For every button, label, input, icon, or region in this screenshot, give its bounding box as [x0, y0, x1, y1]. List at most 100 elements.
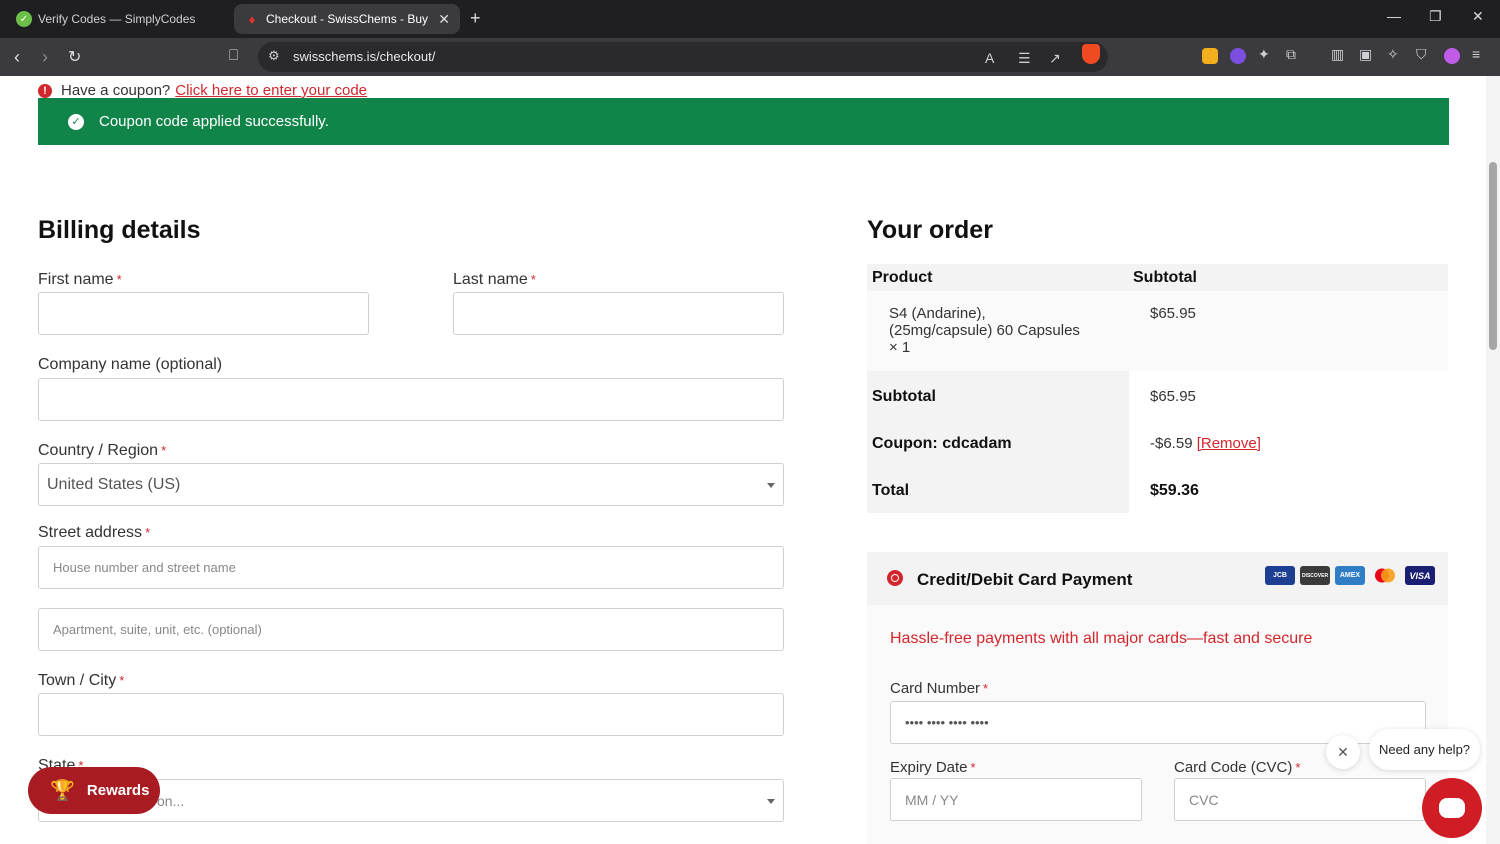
item-quantity: × 1 — [889, 339, 911, 356]
back-icon[interactable]: ‹ — [14, 47, 20, 68]
coupon-notice: ! Have a coupon? Click here to enter you… — [38, 82, 367, 99]
billing-title: Billing details — [38, 216, 201, 244]
visa-card-icon: VISA — [1405, 566, 1435, 585]
payment-box: Credit/Debit Card Payment JCB DISCOVER A… — [867, 552, 1448, 844]
forward-icon[interactable]: › — [42, 47, 48, 68]
help-bubble[interactable]: Need any help? — [1369, 729, 1480, 770]
sidebar-icon[interactable]: ▥ — [1331, 46, 1344, 63]
table-row: S4 (Andarine), (25mg/capsule) 60 Capsule… — [867, 291, 1448, 371]
rewards-label: Rewards — [86, 782, 150, 799]
vpn-icon[interactable]: ⛉ — [1416, 46, 1427, 63]
first-name-label: First name * — [38, 271, 122, 288]
site-settings-icon[interactable]: ⚙ — [268, 48, 280, 64]
share-icon[interactable]: ↗ — [1049, 50, 1061, 67]
subtotal-label: Subtotal — [872, 388, 936, 405]
tab-title: Verify Codes — SimplyCodes — [38, 12, 196, 26]
country-select[interactable]: United States (US) — [38, 463, 784, 506]
close-window-icon[interactable]: ✕ — [1472, 8, 1484, 25]
close-help-icon[interactable]: ✕ — [1326, 735, 1360, 769]
card-number-label: Card Number * — [890, 680, 989, 697]
reload-icon[interactable]: ↻ — [68, 47, 81, 67]
coupon-prompt: Have a coupon? — [61, 82, 171, 99]
last-name-label: Last name * — [453, 271, 536, 288]
coupon-value: -$6.59 — [1150, 435, 1193, 452]
new-tab-icon[interactable]: + — [470, 8, 481, 29]
browser-toolbar: ‹ › ↻ ⎕ ⚙ swisschems.is/checkout/ A ☰ ↗ … — [0, 38, 1500, 76]
tab-simplycodes[interactable]: ✓ Verify Codes — SimplyCodes — [6, 4, 228, 34]
success-message: Coupon code applied successfully. — [99, 113, 329, 130]
checkout-page: ! Have a coupon? Click here to enter you… — [0, 76, 1486, 844]
item-name-line1: S4 (Andarine), — [889, 305, 986, 322]
trophy-icon: 🏆 — [50, 780, 75, 802]
street-label: Street address * — [38, 524, 151, 541]
tab-checkout[interactable]: ♦ Checkout - SwissChems - Buy Be ✕ — [234, 4, 460, 34]
order-title: Your order — [867, 216, 993, 244]
chat-button[interactable] — [1422, 778, 1482, 838]
scrollbar-thumb[interactable] — [1489, 162, 1497, 350]
check-circle-icon: ✓ — [68, 113, 84, 130]
total-label: Total — [872, 482, 910, 499]
payment-radio[interactable] — [887, 570, 903, 586]
chat-bubble-icon — [1439, 798, 1465, 818]
tab-search-icon[interactable]: ⧉ — [1286, 46, 1296, 63]
simplycodes-favicon-icon: ✓ — [16, 11, 32, 27]
chevron-down-icon — [767, 799, 775, 804]
total-value: $59.36 — [1150, 482, 1199, 499]
apartment-input[interactable]: Apartment, suite, unit, etc. (optional) — [38, 608, 784, 651]
item-price: $65.95 — [1150, 305, 1196, 322]
minimize-icon[interactable]: — — [1387, 8, 1401, 24]
url-text: swisschems.is/checkout/ — [293, 49, 436, 64]
reader-mode-icon[interactable]: ☰ — [1018, 50, 1031, 67]
last-name-input[interactable] — [453, 292, 784, 335]
address-bar[interactable]: ⚙ swisschems.is/checkout/ A ☰ ↗ — [258, 42, 1108, 72]
brave-shields-icon[interactable] — [1082, 44, 1100, 64]
chevron-down-icon — [767, 483, 775, 488]
profile-icon[interactable] — [1444, 48, 1460, 64]
bookmark-icon[interactable]: ⎕ — [229, 47, 238, 64]
company-label: Company name (optional) — [38, 356, 223, 373]
country-label: Country / Region * — [38, 442, 167, 459]
enter-coupon-link[interactable]: Click here to enter your code — [175, 82, 367, 99]
payment-title: Credit/Debit Card Payment — [917, 570, 1133, 589]
cvc-label: Card Code (CVC) * — [1174, 759, 1301, 776]
mastercard-icon — [1370, 566, 1400, 585]
menu-icon[interactable]: ≡ — [1472, 46, 1480, 62]
expiry-input[interactable]: MM / YY — [890, 778, 1142, 821]
tab-title: Checkout - SwissChems - Buy Be — [266, 12, 433, 26]
swisschems-favicon-icon: ♦ — [248, 11, 256, 27]
expiry-label: Expiry Date * — [890, 759, 976, 776]
rewards-button[interactable]: 🏆 Rewards — [28, 767, 160, 814]
col-product: Product — [872, 269, 933, 286]
discover-card-icon: DISCOVER — [1300, 566, 1330, 585]
extension-1-icon[interactable] — [1202, 48, 1218, 64]
city-input[interactable] — [38, 693, 784, 736]
order-table-header: Product Subtotal — [867, 264, 1448, 291]
cvc-input[interactable]: CVC — [1174, 778, 1426, 821]
city-label: Town / City * — [38, 672, 125, 689]
first-name-input[interactable] — [38, 292, 369, 335]
extension-2-icon[interactable] — [1230, 48, 1246, 64]
street-input[interactable]: House number and street name — [38, 546, 784, 589]
coupon-label: Coupon: cdcadam — [872, 435, 1012, 452]
item-name-line2: (25mg/capsule) 60 Capsules — [889, 322, 1080, 339]
close-tab-icon[interactable]: ✕ — [438, 11, 450, 28]
state-value: on... — [157, 792, 185, 809]
wallet-icon[interactable]: ▣ — [1359, 46, 1372, 63]
coupon-discount: -$6.59 [Remove] — [1150, 435, 1261, 452]
extensions-puzzle-icon[interactable]: ✦ — [1258, 46, 1270, 63]
amex-card-icon: AMEX — [1335, 566, 1365, 585]
browser-tab-bar: ✓ Verify Codes — SimplyCodes ♦ Checkout … — [0, 0, 1500, 38]
payment-note: Hassle-free payments with all major card… — [890, 630, 1313, 647]
remove-coupon-link[interactable]: [Remove] — [1197, 435, 1261, 452]
subtotal-value: $65.95 — [1150, 388, 1196, 405]
coupon-success-banner: ✓ Coupon code applied successfully. — [38, 98, 1449, 145]
jcb-card-icon: JCB — [1265, 566, 1295, 585]
col-subtotal: Subtotal — [1133, 269, 1197, 286]
payment-method-header[interactable]: Credit/Debit Card Payment JCB DISCOVER A… — [867, 552, 1448, 605]
country-value: United States (US) — [47, 475, 181, 493]
company-input[interactable] — [38, 378, 784, 421]
translate-icon[interactable]: A — [985, 50, 994, 66]
leo-ai-icon[interactable]: ✧ — [1387, 46, 1399, 63]
restore-icon[interactable]: ❐ — [1429, 8, 1442, 25]
alert-icon: ! — [38, 83, 52, 98]
